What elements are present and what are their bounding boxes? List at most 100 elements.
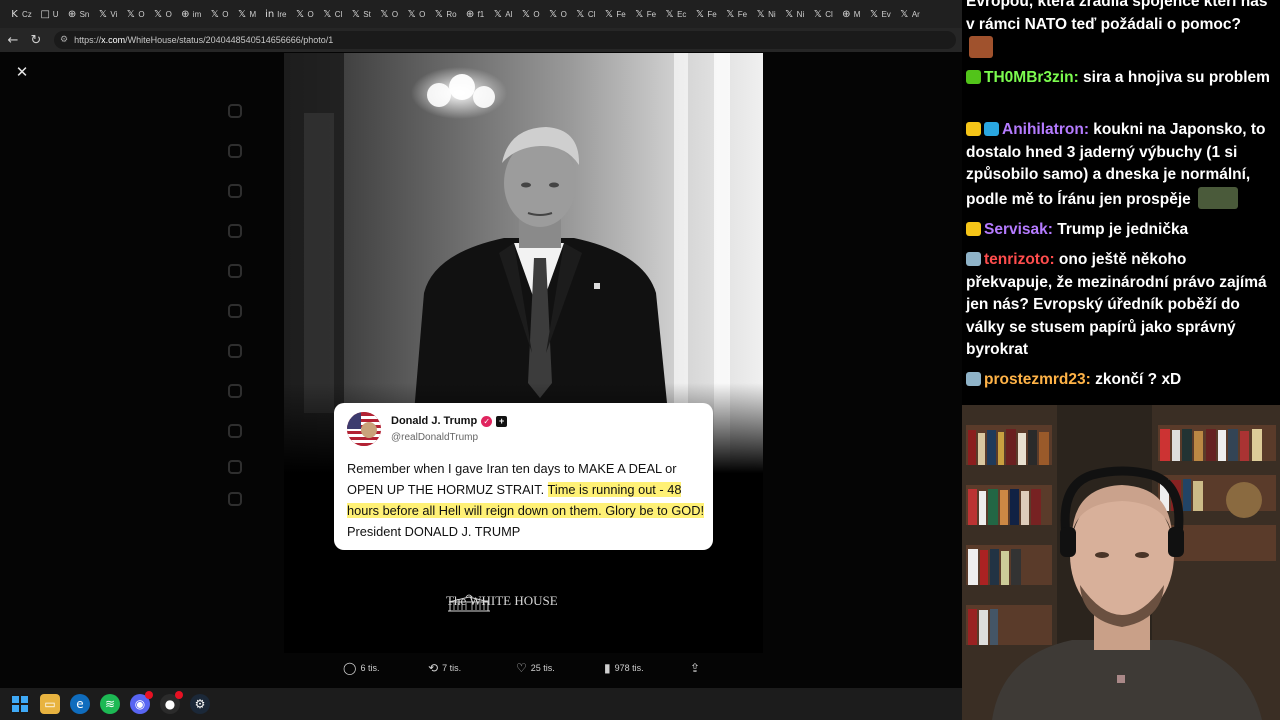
tab-favicon-icon: 𝕏 xyxy=(665,8,674,20)
browser-tab[interactable]: 𝕏 Fe xyxy=(722,3,750,25)
tab-label: O xyxy=(560,9,567,19)
sub-badge-icon xyxy=(966,252,981,266)
url-prefix: https:// xyxy=(74,35,102,45)
stream-chat: Evropou, která zradila spojence kteří ná… xyxy=(962,0,1280,405)
browser-tab[interactable]: 𝕏O xyxy=(545,3,570,25)
tab-favicon-icon: 𝕏 xyxy=(576,8,585,20)
share-button[interactable]: ⇪ xyxy=(690,661,700,675)
white-house-watermark: The WHITE HOUSE xyxy=(446,593,558,612)
tab-favicon-icon: 𝕏 xyxy=(323,8,332,20)
browser-tab[interactable]: in Ire xyxy=(261,3,289,25)
post-action-bar: ◯ 6 tis. ⟲ 7 tis. ♡ 25 tis. ▮ 978 tis. ⇪ xyxy=(340,658,720,678)
browser-tab[interactable]: ⊕ Sn xyxy=(64,3,93,25)
browser-tab[interactable]: 𝕏 Ni xyxy=(752,3,779,25)
browser-tab[interactable]: 𝕏O xyxy=(517,3,542,25)
background-nav-item xyxy=(228,304,242,318)
tab-favicon-icon: 𝕏 xyxy=(869,8,878,20)
close-icon[interactable]: ✕ xyxy=(14,64,30,80)
browser-tab[interactable]: 𝕏 Ro xyxy=(430,3,459,25)
back-icon[interactable]: ← xyxy=(3,30,23,50)
address-bar-row: ← ↻ ⚙ https://x.com/WhiteHouse/status/20… xyxy=(0,28,962,52)
browser-tab[interactable]: 𝕏 Ec xyxy=(661,3,689,25)
browser-tab[interactable]: 𝕏O xyxy=(292,3,317,25)
reload-icon[interactable]: ↻ xyxy=(26,30,46,50)
tab-label: im xyxy=(192,9,202,19)
tab-label: O xyxy=(307,9,314,19)
browser-tab[interactable]: □ U xyxy=(37,3,62,25)
tab-favicon-icon: ⊕ xyxy=(67,8,77,20)
chat-text: Trump je jednička xyxy=(1057,221,1189,238)
browser-tab[interactable]: 𝕏 Fe xyxy=(691,3,719,25)
tab-label: Cl xyxy=(825,9,833,19)
obs-icon[interactable]: ● xyxy=(160,691,183,714)
tab-label: Vi xyxy=(110,9,118,19)
edge-browser-icon[interactable]: e xyxy=(70,694,90,714)
browser-tab[interactable]: 𝕏 Cl xyxy=(319,3,346,25)
chat-username[interactable]: tenrizoto xyxy=(984,251,1049,268)
webcam-feed xyxy=(962,405,1280,720)
url-field[interactable]: ⚙ https://x.com/WhiteHouse/status/204044… xyxy=(54,31,956,49)
sub-badge-icon xyxy=(966,372,981,386)
share-icon: ⇪ xyxy=(690,661,701,675)
repost-button[interactable]: ⟲ 7 tis. xyxy=(428,661,461,675)
browser-tab[interactable]: 𝕏 Ev xyxy=(865,3,893,25)
views-button[interactable]: ▮ 978 tis. xyxy=(604,661,644,675)
tab-label: Ec xyxy=(677,9,687,19)
browser-tab[interactable]: 𝕏O xyxy=(122,3,147,25)
steam-icon[interactable]: ⚙ xyxy=(190,694,210,714)
repost-icon: ⟲ xyxy=(428,661,439,675)
tab-favicon-icon: 𝕏 xyxy=(813,8,822,20)
file-explorer-icon[interactable]: ▭ xyxy=(40,694,60,714)
browser-tab[interactable]: 𝕏 Vi xyxy=(94,3,120,25)
browser-tab[interactable]: 𝕏O xyxy=(376,3,401,25)
tab-favicon-icon: 𝕏 xyxy=(154,8,163,20)
browser-tab[interactable]: 𝕏 Ni xyxy=(781,3,808,25)
chat-message: Servisak: Trump je jednička xyxy=(966,219,1272,242)
tab-favicon-icon: 𝕏 xyxy=(407,8,416,20)
chat-username[interactable]: Servisak xyxy=(984,221,1048,238)
like-button[interactable]: ♡ 25 tis. xyxy=(516,661,555,675)
tab-label: Ar xyxy=(911,9,920,19)
reply-button[interactable]: ◯ 6 tis. xyxy=(343,661,379,675)
browser-tab[interactable]: 𝕏 Fe xyxy=(631,3,659,25)
tab-favicon-icon: 𝕏 xyxy=(351,8,360,20)
chat-username[interactable]: prostezmrd23 xyxy=(984,371,1086,388)
background-nav-item xyxy=(228,344,242,358)
browser-tab[interactable]: K Cz xyxy=(6,3,35,25)
author-avatar xyxy=(347,412,381,446)
windows-start-icon[interactable] xyxy=(10,694,30,714)
browser-tab[interactable]: 𝕏O xyxy=(150,3,175,25)
chat-username[interactable]: Anihilatron xyxy=(1002,121,1084,138)
browser-tab[interactable]: 𝕏 Ar xyxy=(896,3,923,25)
tab-label: Sn xyxy=(79,9,90,19)
browser-tab[interactable]: ⊕ im xyxy=(177,3,204,25)
tab-favicon-icon: in xyxy=(265,8,275,20)
spotify-icon[interactable]: ≋ xyxy=(100,694,120,714)
browser-tab[interactable]: 𝕏 Al xyxy=(489,3,515,25)
emote-icon xyxy=(969,36,993,58)
chat-username[interactable]: TH0MBr3zin xyxy=(984,69,1074,86)
tab-label: St xyxy=(363,9,371,19)
browser-tab[interactable]: 𝕏 St xyxy=(347,3,374,25)
browser-tab[interactable]: 𝕏 Cl xyxy=(809,3,836,25)
browser-tab[interactable]: 𝕏 Cl xyxy=(572,3,599,25)
chat-message: TH0MBr3zin: sira a hnojiva su problem xyxy=(966,67,1272,90)
browser-tab[interactable]: 𝕏M xyxy=(233,3,259,25)
browser-tab[interactable]: ⊕ f1 xyxy=(462,3,488,25)
tab-favicon-icon: 𝕏 xyxy=(756,8,765,20)
prime-badge-icon xyxy=(984,122,999,136)
chat-text: zkončí ? xD xyxy=(1095,371,1182,388)
browser-tab[interactable]: 𝕏 Fe xyxy=(600,3,628,25)
tab-label: Ire xyxy=(277,9,287,19)
browser-tab[interactable]: 𝕏O xyxy=(206,3,231,25)
browser-tab[interactable]: ⊕ M xyxy=(838,3,864,25)
white-house-icon xyxy=(448,594,490,612)
discord-icon[interactable]: ◉ xyxy=(130,691,153,714)
post-photo: Donald J. Trump ✓ + @realDonaldTrump Rem… xyxy=(284,53,763,653)
browser-tab[interactable]: 𝕏O xyxy=(403,3,428,25)
windows-taskbar: ▭ e ≋ ◉ ● ⚙ xyxy=(0,688,962,720)
background-nav-item xyxy=(228,224,242,238)
site-info-icon[interactable]: ⚙ xyxy=(60,35,68,45)
tab-favicon-icon: 𝕏 xyxy=(549,8,558,20)
quoted-post-card: Donald J. Trump ✓ + @realDonaldTrump Rem… xyxy=(334,403,713,550)
